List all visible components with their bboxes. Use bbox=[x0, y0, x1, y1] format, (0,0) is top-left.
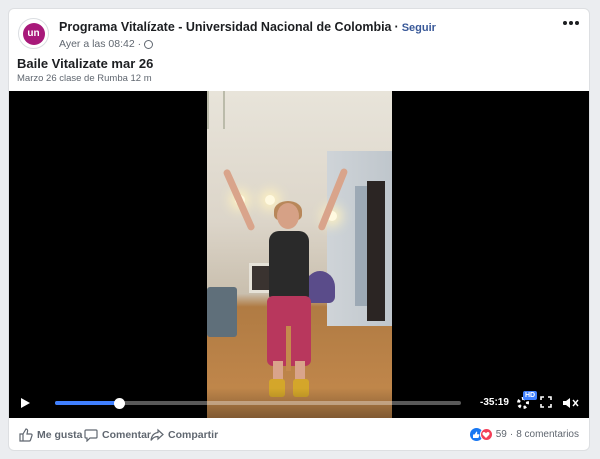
reaction-separator: · bbox=[509, 429, 514, 440]
globe-icon bbox=[144, 39, 154, 49]
reactions-summary[interactable]: 59 · 8 comentarios bbox=[469, 428, 579, 441]
mute-icon[interactable] bbox=[562, 396, 580, 410]
video-controls: -35:19 HD bbox=[9, 388, 589, 418]
like-label: Me gusta bbox=[37, 429, 83, 441]
post-title: Baile Vitalizate mar 26 bbox=[17, 56, 154, 71]
video-player[interactable]: -35:19 HD bbox=[9, 91, 589, 418]
right-arm bbox=[317, 167, 349, 232]
remaining-time: -35:19 bbox=[480, 397, 509, 408]
leg-gap bbox=[286, 326, 291, 371]
comment-label: Comentar bbox=[102, 429, 152, 441]
post-meta: Ayer a las 08:42 · bbox=[59, 38, 154, 50]
avatar[interactable]: un bbox=[18, 18, 49, 49]
share-label: Compartir bbox=[168, 429, 219, 441]
dot-icon bbox=[563, 21, 567, 25]
action-bar: Me gusta Comentar Compartir 59 · 8 comen… bbox=[9, 418, 589, 450]
avatar-logo: un bbox=[22, 22, 45, 45]
video-frame bbox=[207, 91, 392, 418]
like-button[interactable]: Me gusta bbox=[19, 428, 83, 442]
name-separator: · bbox=[394, 20, 399, 34]
progress-fill bbox=[55, 401, 120, 405]
progress-bar[interactable] bbox=[55, 397, 461, 409]
share-button[interactable]: Compartir bbox=[150, 428, 218, 442]
post-subtitle: Marzo 26 clase de Rumba 12 m bbox=[17, 73, 152, 84]
more-options-button[interactable] bbox=[563, 21, 579, 25]
timestamp[interactable]: Ayer a las 08:42 · bbox=[59, 38, 141, 50]
page-name-link[interactable]: Programa Vitalízate - Universidad Nacion… bbox=[59, 20, 392, 34]
post-card: un Programa Vitalízate - Universidad Nac… bbox=[8, 8, 590, 451]
head bbox=[277, 203, 299, 229]
torso bbox=[269, 231, 309, 301]
follow-button[interactable]: Seguir bbox=[402, 22, 436, 34]
comment-button[interactable]: Comentar bbox=[84, 428, 151, 442]
page-name-row: Programa Vitalízate - Universidad Nacion… bbox=[59, 20, 436, 34]
dancer-figure bbox=[207, 91, 392, 418]
hd-badge: HD bbox=[523, 391, 538, 400]
share-icon bbox=[150, 428, 164, 441]
thumbs-up-icon bbox=[19, 428, 33, 442]
progress-handle[interactable] bbox=[114, 397, 126, 409]
comment-icon bbox=[84, 429, 98, 442]
left-arm bbox=[222, 168, 256, 232]
dot-icon bbox=[569, 21, 573, 25]
post-header: un Programa Vitalízate - Universidad Nac… bbox=[9, 9, 589, 57]
fullscreen-icon[interactable] bbox=[540, 396, 552, 408]
play-icon[interactable] bbox=[21, 398, 30, 408]
reaction-count: 59 bbox=[495, 429, 507, 440]
comments-count[interactable]: 8 comentarios bbox=[516, 429, 579, 440]
love-reaction-icon bbox=[479, 428, 493, 441]
dot-icon bbox=[575, 21, 579, 25]
